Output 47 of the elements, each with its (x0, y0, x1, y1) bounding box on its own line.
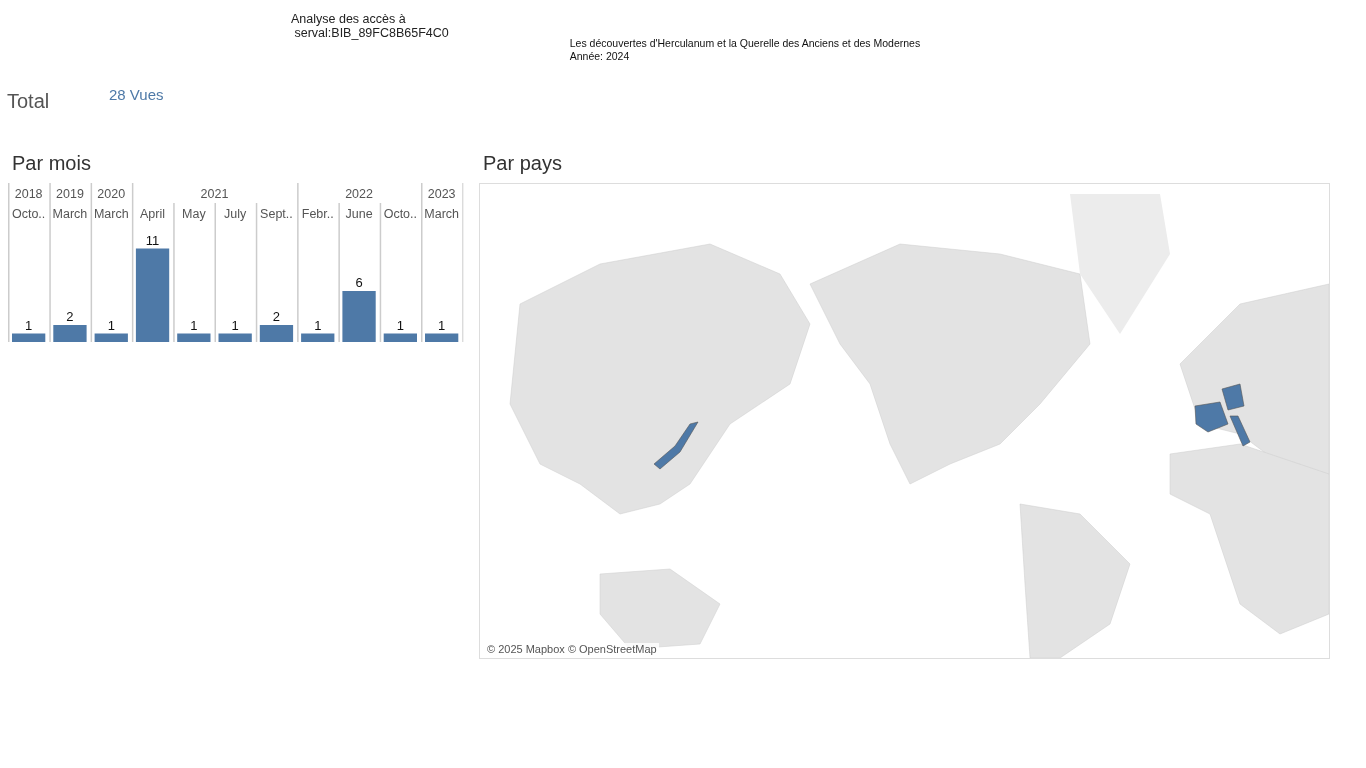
bar-value: 1 (314, 317, 322, 333)
month-label: April (140, 207, 166, 221)
month-label: Octo.. (12, 207, 46, 221)
bar-value: 1 (107, 317, 115, 333)
bar (425, 333, 459, 342)
month-label: June (345, 207, 373, 221)
report-title: Analyse des accès à serval:BIB_89FC8B65F4C0 (291, 12, 449, 42)
month-label: March (93, 207, 129, 221)
month-label: March (52, 207, 88, 221)
total-value: 28 Vues (109, 86, 164, 103)
map-attribution: © 2025 Mapbox © OpenStreetMap (485, 643, 659, 655)
year-label: 2022 (345, 187, 373, 201)
month-label: Octo.. (383, 207, 417, 221)
month-label: May (182, 207, 206, 221)
year-label: 2023 (427, 187, 456, 201)
month-label: March (424, 207, 459, 221)
bar-value: 11 (145, 232, 160, 248)
section-title: Par pays (482, 151, 563, 176)
bar-value: 1 (438, 317, 446, 333)
year-text: Année: 2024 (569, 50, 631, 63)
month-label: Sept.. (260, 207, 293, 221)
bar (383, 333, 417, 342)
bar-value: 2 (272, 309, 281, 324)
year-label: 2019 (56, 187, 84, 201)
document-title: Les découvertes d'Herculanum et la Querelle des Anciens et des Modernes (569, 37, 921, 50)
bar (177, 333, 211, 342)
bar (12, 333, 46, 342)
bar (259, 325, 294, 342)
bar-value: 1 (25, 317, 33, 333)
bar-value: 1 (396, 317, 404, 333)
section-title: Par mois (11, 151, 92, 176)
bar-value: 1 (231, 317, 239, 333)
year-label: 2020 (97, 187, 126, 201)
bar (94, 333, 128, 342)
bar (218, 333, 252, 342)
bar-value: 1 (190, 317, 198, 333)
bar-value: 2 (66, 309, 74, 324)
month-label: July (224, 207, 247, 221)
bar-value: 6 (355, 275, 363, 290)
month-label: Febr.. (301, 207, 334, 221)
year-label: 2021 (200, 187, 229, 201)
year-label: 2018 (14, 187, 43, 201)
bar (342, 291, 376, 342)
map-panel[interactable]: © 2025 Mapbox © OpenStreetMap (479, 183, 1330, 659)
total-label: Total (7, 90, 51, 113)
bar (53, 325, 87, 342)
bar (301, 333, 335, 342)
